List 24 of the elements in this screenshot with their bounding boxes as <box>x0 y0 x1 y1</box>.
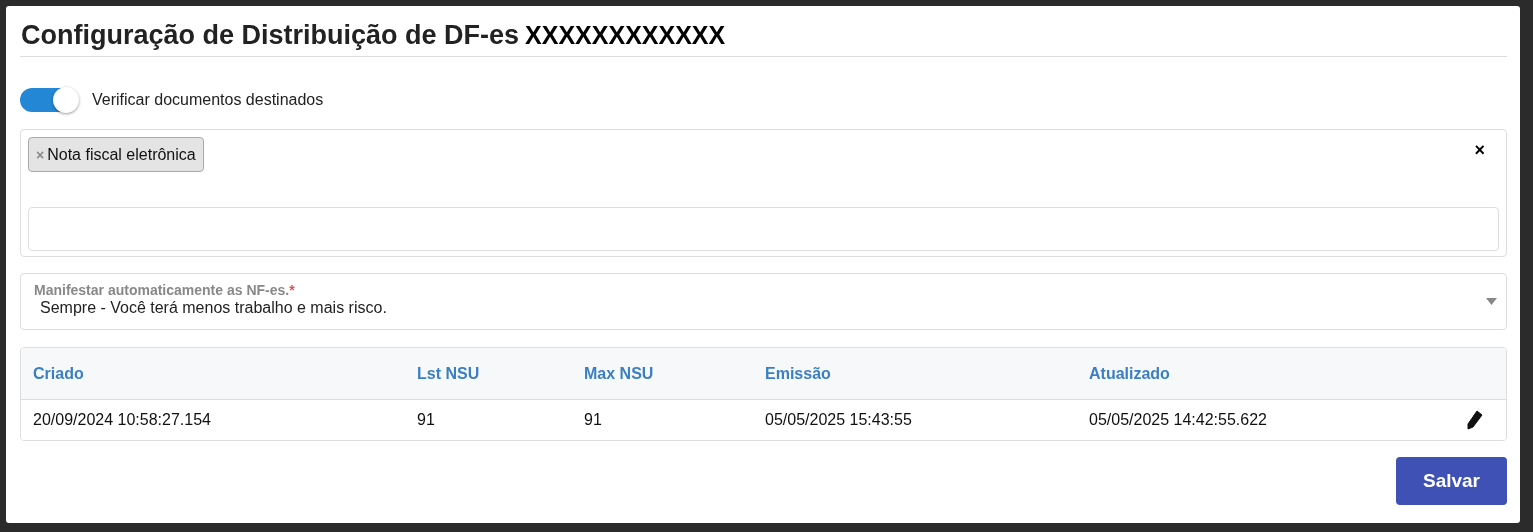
toggle-switch[interactable] <box>20 88 78 112</box>
select-value: Sempre - Você terá menos trabalho e mais risco. <box>40 299 387 317</box>
column-header: Atualizado <box>1089 364 1171 383</box>
column-header: Lst NSU <box>417 364 481 383</box>
clear-button[interactable]: × <box>1474 141 1485 159</box>
table-cell-text: 91 <box>584 411 603 429</box>
column-header: Emissão <box>765 364 832 383</box>
dropdown-select[interactable]: Manifestar automaticamente as NF-es.* Sempre - Você terá menos trabalho e mais risco. <box>20 273 1507 330</box>
caret-icon <box>1486 298 1497 305</box>
toggle-label: Verificar documentos destinados <box>92 91 324 109</box>
table-cell-text: 05/05/2025 15:43:55 <box>765 411 913 429</box>
page-title: Configuração de Distribuição de DF-es XXXXXXXXXXXX <box>20 20 1507 57</box>
table-cell-text: 91 <box>417 411 436 429</box>
column-header: Criado <box>33 364 85 383</box>
tag-label: Nota fiscal eletrônica <box>47 145 196 164</box>
table-cell-text: 20/09/2024 10:58:27.154 <box>33 411 212 429</box>
search-input[interactable] <box>28 207 1499 251</box>
select-label: Manifestar automaticamente as NF-es.* <box>34 282 296 298</box>
save-button[interactable]: Salvar <box>1396 457 1507 505</box>
title-suffix: XXXXXXXXXXXX <box>525 21 726 50</box>
pencil-icon[interactable] <box>1466 410 1484 430</box>
multiselect-field[interactable]: × Nota fiscal eletrônica × <box>20 129 1507 257</box>
table-cell-text: 05/05/2025 14:42:55.622 <box>1089 411 1268 429</box>
column-header: Max NSU <box>584 364 655 383</box>
